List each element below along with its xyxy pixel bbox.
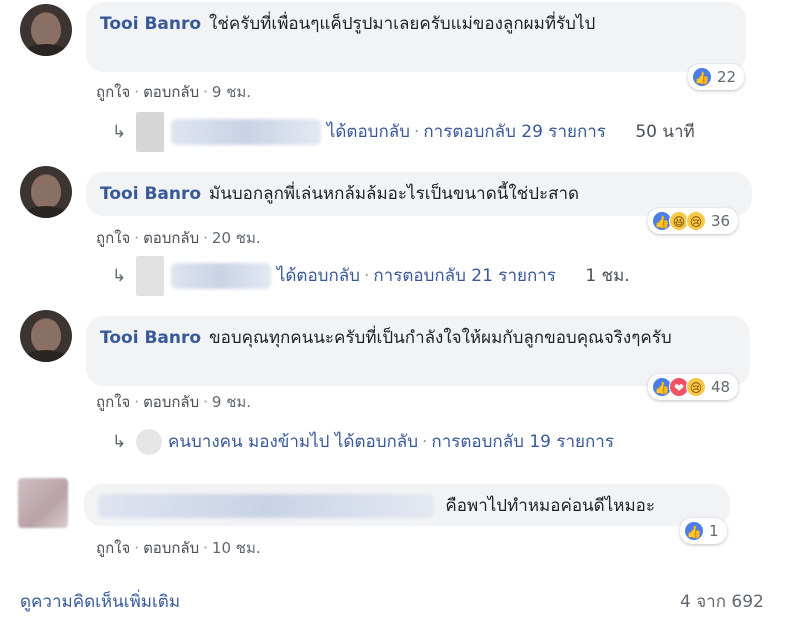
separator-dot: ·: [134, 229, 140, 247]
comment-actions: ถูกใจ · ตอบกลับ · 9 ชม.: [96, 80, 251, 104]
reaction-count: 1: [709, 522, 719, 540]
sad-reaction-icon: 😢: [686, 211, 706, 231]
separator-dot: ·: [422, 432, 428, 452]
blurred-name: [171, 119, 322, 145]
comment-time[interactable]: 9 ชม.: [212, 393, 251, 411]
avatar-face: [31, 13, 61, 47]
replier-name[interactable]: คนบางคน มองข้ามไป: [168, 432, 329, 452]
commenter-avatar[interactable]: [18, 478, 68, 528]
reaction-count: 36: [711, 212, 731, 230]
reply-arrow-icon: ↳: [112, 122, 127, 142]
replies-summary[interactable]: ↳ ได้ตอบกลับ · การตอบกลับ 29 รายการ 50 นาท…: [112, 112, 695, 152]
reply-link[interactable]: ตอบกลับ: [143, 539, 199, 557]
commenter-avatar[interactable]: [20, 310, 72, 362]
comment-text: ใช่ครับที่เพื่อนๆแค็ปรูปมาเลยครับแม่ของล…: [209, 14, 596, 34]
avatar-shirt: [23, 206, 69, 218]
separator-dot: ·: [203, 83, 208, 101]
reply-time: 50 นาที: [635, 122, 695, 142]
reaction-count: 48: [711, 378, 731, 396]
reply-count-link[interactable]: การตอบกลับ 19 รายการ: [431, 432, 614, 452]
separator-dot: ·: [203, 539, 208, 557]
replier-avatar: [136, 429, 162, 455]
comment-time[interactable]: 9 ชม.: [212, 83, 251, 101]
replier-avatar: [136, 112, 164, 152]
separator-dot: ·: [363, 266, 370, 286]
commenter-avatar[interactable]: [20, 4, 72, 56]
separator-dot: ·: [134, 83, 140, 101]
reply-link[interactable]: ตอบกลับ: [143, 393, 199, 411]
commenter-avatar[interactable]: [20, 166, 72, 218]
avatar-shirt: [23, 350, 69, 362]
reaction-summary[interactable]: 👍 22: [688, 64, 745, 90]
reaction-summary[interactable]: 👍 1: [680, 518, 727, 544]
comment-actions: ถูกใจ · ตอบกลับ · 10 ชม.: [96, 536, 261, 560]
replies-summary[interactable]: ↳ คนบางคน มองข้ามไป ได้ตอบกลับ · การตอบกลับ…: [112, 428, 614, 455]
reply-arrow-icon: ↳: [112, 266, 127, 286]
like-link[interactable]: ถูกใจ: [96, 229, 130, 247]
comment-bubble: Tooi Banro ใช่ครับที่เพื่อนๆแค็ปรูปมาเลยค…: [86, 2, 746, 72]
comment-bubble: Tooi Banro ขอบคุณทุกคนนะครับที่เป็นกำลังใ…: [86, 316, 750, 386]
comment-time[interactable]: 10 ชม.: [212, 539, 261, 557]
avatar-face: [31, 319, 61, 353]
comment-author[interactable]: Tooi Banro: [100, 184, 201, 204]
avatar-shirt: [23, 44, 69, 56]
separator-dot: ·: [203, 393, 208, 411]
separator-dot: ·: [413, 122, 420, 142]
replier-avatar: [136, 256, 164, 296]
comment-text: ขอบคุณทุกคนนะครับที่เป็นกำลังใจให้ผมกับล…: [209, 328, 672, 348]
like-link[interactable]: ถูกใจ: [96, 83, 130, 101]
like-reaction-icon: 👍: [692, 67, 712, 87]
comment-author[interactable]: Tooi Banro: [100, 14, 201, 34]
reply-count-link[interactable]: การตอบกลับ 21 รายการ: [373, 266, 556, 286]
reply-link[interactable]: ตอบกลับ: [143, 83, 199, 101]
comment-bubble: คือพาไปทำหมอค่อนดีไหมอะ: [84, 484, 730, 526]
reply-link[interactable]: ตอบกลับ: [143, 229, 199, 247]
reaction-count: 22: [717, 68, 737, 86]
blurred-name: [98, 494, 434, 518]
reply-time: 1 ชม.: [585, 266, 630, 286]
reaction-summary[interactable]: 👍 😆 😢 36: [648, 208, 739, 234]
reply-arrow-icon: ↳: [112, 432, 127, 452]
comment-time[interactable]: 20 ชม.: [212, 229, 261, 247]
reply-count-link[interactable]: การตอบกลับ 29 รายการ: [423, 122, 606, 142]
replied-link[interactable]: ได้ตอบกลับ: [327, 122, 410, 142]
separator-dot: ·: [134, 393, 140, 411]
replied-link[interactable]: ได้ตอบกลับ: [335, 432, 418, 452]
view-more-comments-link[interactable]: ดูความคิดเห็นเพิ่มเติม: [20, 588, 180, 615]
comment-text: มันบอกลูกพี่เล่นหกล้มล้มอะไรเป็นขนาดนี้ใ…: [209, 184, 580, 204]
like-link[interactable]: ถูกใจ: [96, 539, 130, 557]
blurred-name: [171, 263, 272, 289]
comment-text: คือพาไปทำหมอค่อนดีไหมอะ: [445, 496, 656, 516]
comment-actions: ถูกใจ · ตอบกลับ · 9 ชม.: [96, 390, 251, 414]
separator-dot: ·: [134, 539, 140, 557]
replied-link[interactable]: ได้ตอบกลับ: [277, 266, 360, 286]
comment-pagination: 4 จาก 692: [680, 592, 764, 612]
comment-actions: ถูกใจ · ตอบกลับ · 20 ชม.: [96, 226, 261, 250]
sad-reaction-icon: 😢: [686, 377, 706, 397]
like-reaction-icon: 👍: [684, 521, 704, 541]
reaction-summary[interactable]: 👍 ❤ 😢 48: [648, 374, 739, 400]
like-link[interactable]: ถูกใจ: [96, 393, 130, 411]
separator-dot: ·: [203, 229, 208, 247]
comment-author[interactable]: Tooi Banro: [100, 328, 201, 348]
avatar-face: [31, 175, 61, 209]
replies-summary[interactable]: ↳ ได้ตอบกลับ · การตอบกลับ 21 รายการ 1 ชม.: [112, 256, 630, 296]
